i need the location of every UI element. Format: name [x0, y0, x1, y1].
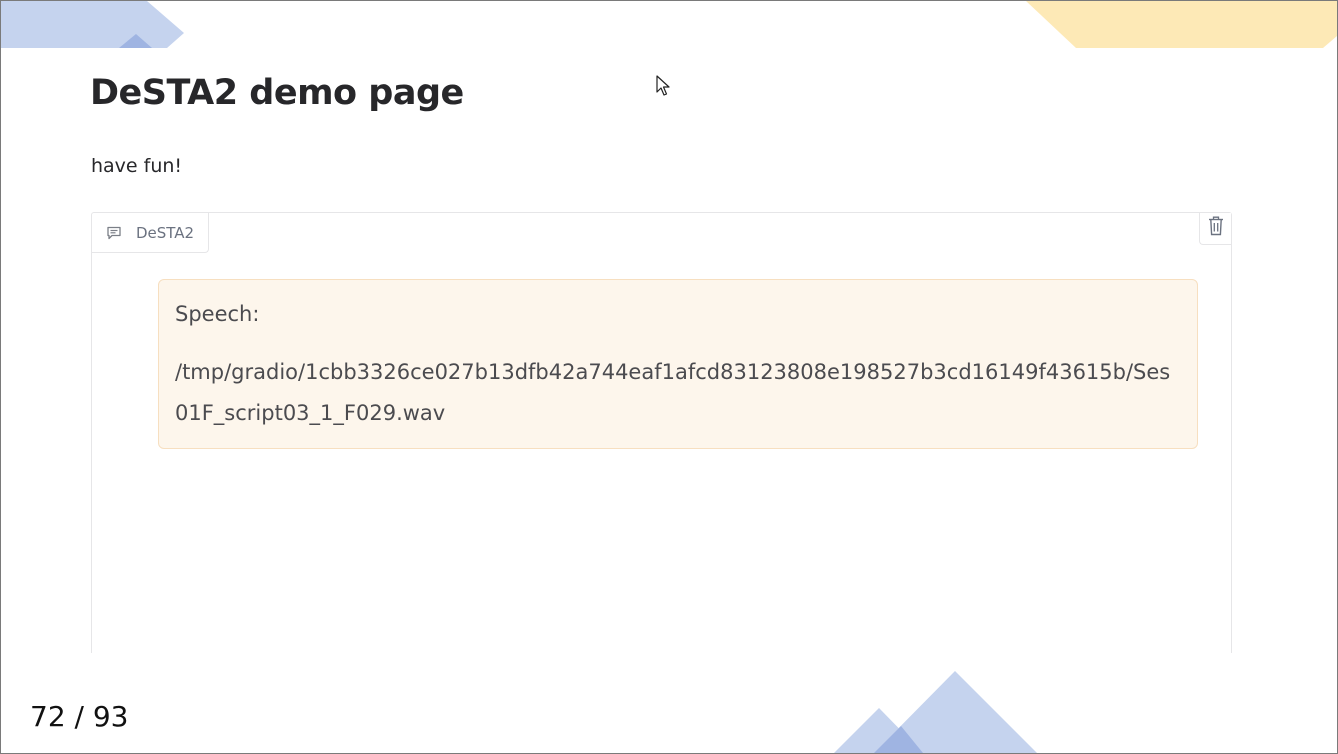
clear-button[interactable] [1199, 213, 1231, 245]
deco-top-left-band [1, 1, 184, 48]
chatbot-label-text: DeSTA2 [136, 223, 195, 242]
trash-icon [1208, 216, 1224, 241]
message-heading: Speech: [175, 302, 260, 326]
slide-page-number: 72 / 93 [30, 700, 129, 733]
chat-icon [106, 226, 122, 240]
deco-top-right-band [1026, 1, 1337, 48]
mouse-cursor-icon [656, 75, 670, 96]
page-title: DeSTA2 demo page [90, 73, 464, 113]
chatbot-panel[interactable]: DeSTA2 Speech: /tmp/gradio/1cbb3326ce027… [91, 212, 1232, 653]
page-subtitle: have fun! [91, 155, 183, 177]
chat-message: Speech: /tmp/gradio/1cbb3326ce027b13dfb4… [158, 279, 1198, 449]
message-file-path: /tmp/gradio/1cbb3326ce027b13dfb42a744eaf… [175, 360, 1171, 425]
chatbot-label: DeSTA2 [92, 213, 210, 253]
slide: DeSTA2 demo page have fun! DeSTA2 Speech… [0, 0, 1338, 754]
